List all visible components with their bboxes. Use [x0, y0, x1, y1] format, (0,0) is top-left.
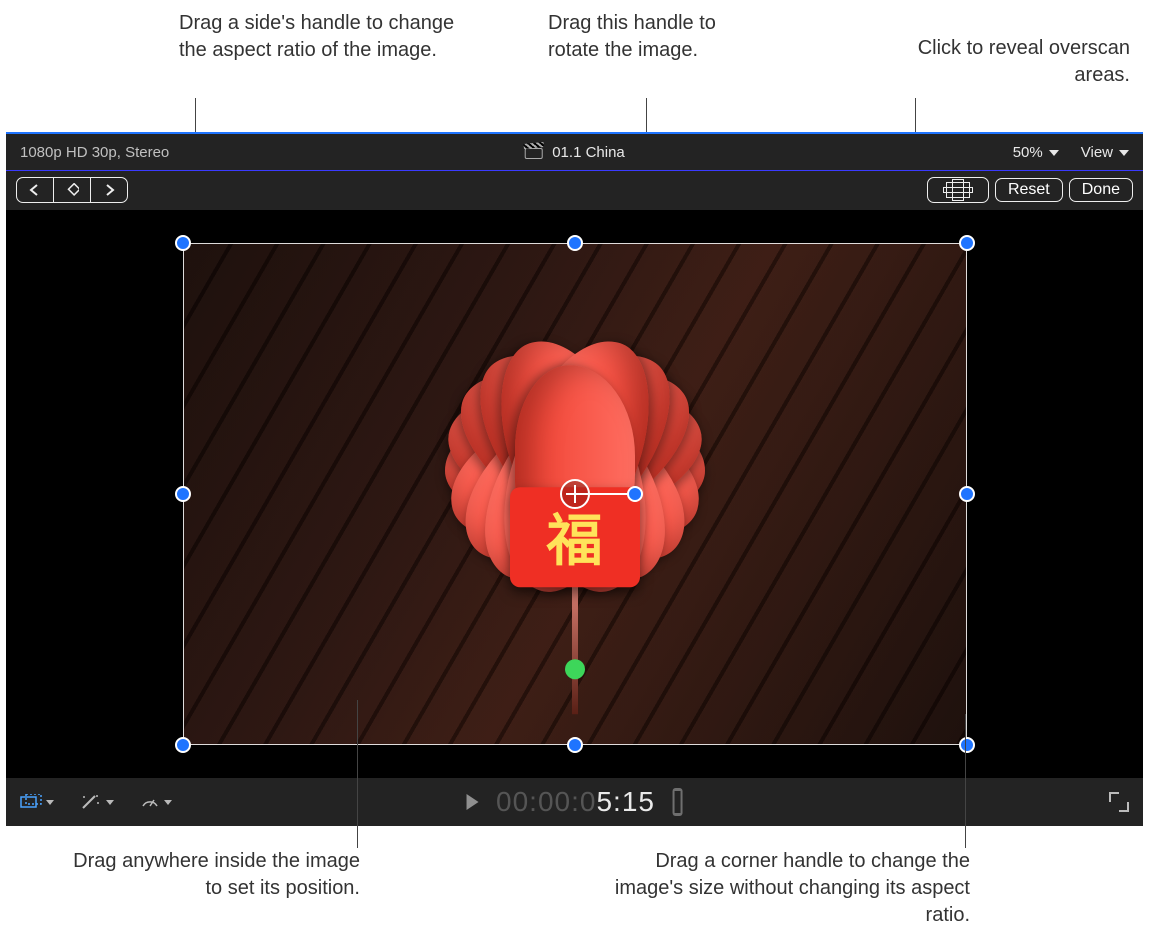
callout-corner-handle: Drag a corner handle to change the image… [600, 848, 970, 929]
sequence-format-label: 1080p HD 30p, Stereo [20, 144, 169, 161]
next-keyframe-button[interactable] [91, 178, 127, 202]
done-button[interactable]: Done [1069, 178, 1133, 202]
timecode-dim: 00:00:0 [496, 786, 596, 818]
transform-tool-menu[interactable] [20, 794, 54, 810]
overscan-toggle-button[interactable] [927, 177, 989, 203]
side-handle-top[interactable] [567, 235, 583, 251]
clip-name-text: 01.1 China [552, 144, 625, 161]
side-handle-left[interactable] [175, 486, 191, 502]
clapboard-icon [524, 145, 542, 159]
loop-playback-button[interactable] [673, 788, 683, 816]
side-handle-right[interactable] [959, 486, 975, 502]
clip-name: 01.1 China [524, 144, 625, 161]
timecode-display[interactable]: 00:00:05:15 [496, 786, 655, 818]
zoom-menu[interactable]: 50% [1013, 144, 1059, 161]
callout-overscan: Click to reveal overscan areas. [900, 35, 1130, 89]
chevron-down-icon [164, 800, 172, 805]
chevron-down-icon [106, 800, 114, 805]
keyframe-nav-group [16, 177, 128, 203]
corner-handle-bl[interactable] [175, 737, 191, 753]
play-button[interactable] [466, 794, 478, 810]
retime-menu[interactable] [140, 792, 172, 812]
viewer-bottombar: 00:00:05:15 [6, 778, 1143, 826]
fullscreen-button[interactable] [1109, 792, 1129, 812]
side-handle-bottom[interactable] [567, 737, 583, 753]
view-label: View [1081, 144, 1113, 161]
zoom-value: 50% [1013, 144, 1043, 161]
corner-handle-tr[interactable] [959, 235, 975, 251]
chevron-down-icon [1049, 150, 1059, 156]
wand-icon [80, 793, 102, 811]
callout-side-handle: Drag a side's handle to change the aspec… [179, 10, 469, 64]
speedometer-icon [140, 792, 160, 812]
callout-drag-inside: Drag anywhere inside the image to set it… [65, 848, 360, 902]
corner-handle-tl[interactable] [175, 235, 191, 251]
viewer-canvas-area: 福 [6, 210, 1143, 778]
callout-rotate-handle: Drag this handle to rotate the image. [548, 10, 758, 64]
view-menu[interactable]: View [1081, 144, 1129, 161]
transform-toolbar: Reset Done [6, 171, 1143, 209]
chevron-down-icon [1119, 150, 1129, 156]
transform-icon [20, 794, 42, 810]
transform-bounding-box[interactable]: 福 [183, 243, 967, 745]
rotation-handle[interactable] [627, 486, 643, 502]
chevron-down-icon [46, 800, 54, 805]
enhance-menu[interactable] [80, 793, 114, 811]
prev-keyframe-button[interactable] [17, 178, 54, 202]
rotation-arm [575, 493, 635, 495]
corner-handle-br[interactable] [959, 737, 975, 753]
reset-button[interactable]: Reset [995, 178, 1063, 202]
viewer-topbar: 1080p HD 30p, Stereo 01.1 China 50% View [6, 134, 1143, 171]
overscan-icon [946, 182, 970, 198]
add-keyframe-button[interactable] [54, 178, 91, 202]
viewer-window: 1080p HD 30p, Stereo 01.1 China 50% View [6, 132, 1143, 826]
timecode-lit: 5:15 [596, 786, 655, 818]
